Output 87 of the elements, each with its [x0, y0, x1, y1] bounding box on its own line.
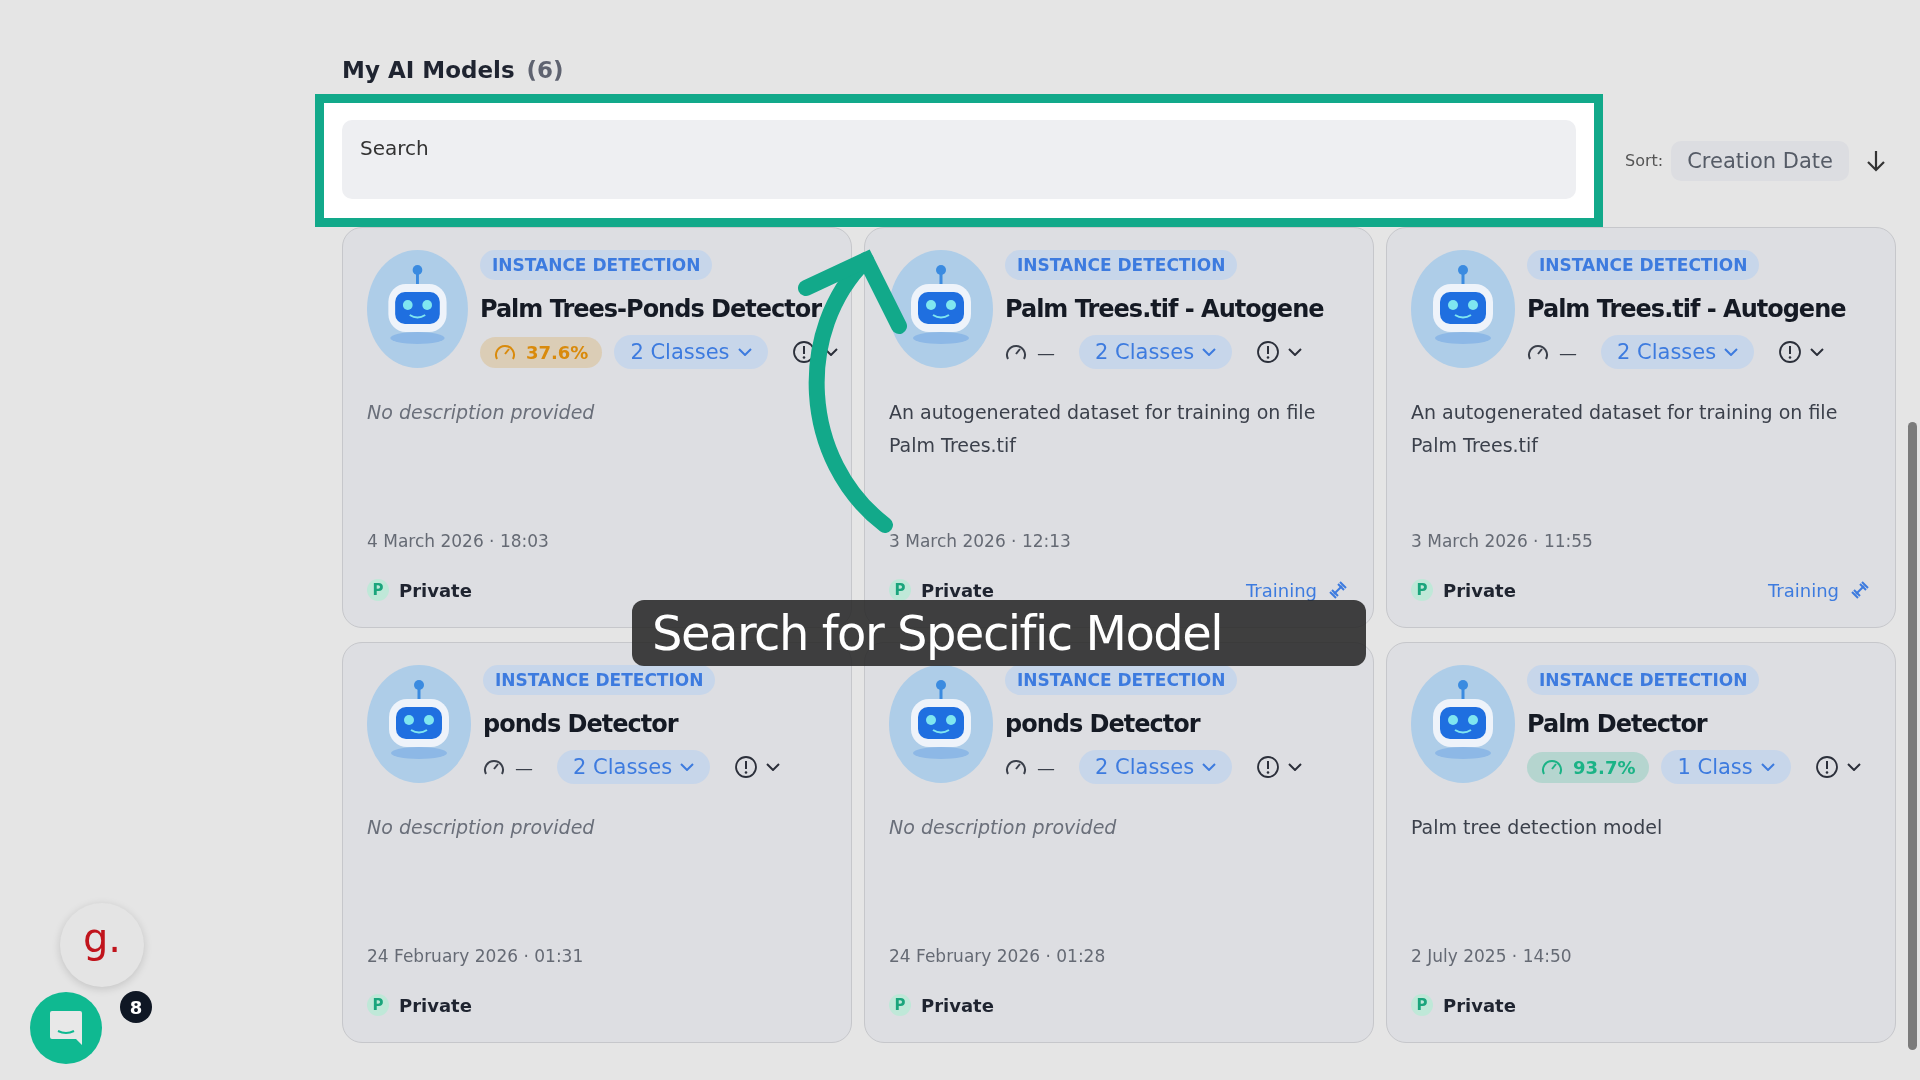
classes-dropdown[interactable]: 2 Classes [614, 335, 768, 369]
created-date: 2 July 2025 · 14:50 [1411, 946, 1573, 966]
visibility-badge: P [1411, 994, 1433, 1016]
training-link[interactable]: Training [1245, 579, 1317, 601]
gauge-icon [493, 343, 516, 361]
arrow-down-icon [1865, 148, 1886, 173]
info-icon [1814, 755, 1839, 779]
created-date: 24 February 2026 · 01:31 [367, 946, 585, 966]
sort-label: Sort: [1625, 151, 1664, 170]
model-card[interactable]: INSTANCE DETECTION Palm Trees.tif - Autogene — 2 Classes An autogenerated dataset for training on file Palm Trees.tif 3 March 2026 · 11:55 P Private Training [1386, 227, 1896, 628]
chevron-down-icon [1202, 763, 1217, 771]
model-name: ponds Detector [1005, 710, 1200, 738]
model-name: Palm Detector [1527, 710, 1707, 738]
chevron-down-icon [1810, 348, 1825, 356]
model-description: No description provided [367, 815, 596, 840]
model-type-tag: INSTANCE DETECTION [1005, 250, 1238, 280]
accuracy-value: — [1559, 341, 1577, 363]
accuracy-value: — [1037, 341, 1055, 363]
model-card[interactable]: INSTANCE DETECTION Palm Detector 93.7% 1 Class Palm tree detection model 2 July 2025 · 14:50 P Private [1386, 642, 1896, 1043]
visibility-badge: P [889, 994, 911, 1016]
training-link[interactable]: Training [1767, 579, 1839, 601]
visibility-badge: P [367, 579, 389, 601]
info-icon [734, 755, 759, 779]
search-field[interactable]: Search [342, 120, 1576, 199]
chevron-down-icon [1724, 348, 1739, 356]
model-description: An autogenerated dataset for training on file Palm Trees.tif [1411, 400, 1839, 458]
gauge-icon [1541, 758, 1563, 776]
created-date: 3 March 2026 · 11:55 [1411, 531, 1594, 551]
info-icon [1256, 755, 1281, 779]
model-count: (6) [526, 57, 564, 83]
created-date: 4 March 2026 · 18:03 [367, 531, 550, 551]
app-logo-button[interactable]: g. [60, 903, 144, 987]
model-type-tag: INSTANCE DETECTION [1527, 250, 1760, 280]
chevron-down-icon [737, 348, 752, 356]
visibility-badge: P [367, 994, 389, 1016]
classes-dropdown[interactable]: 2 Classes [1079, 335, 1233, 369]
visibility-label: Private [1443, 994, 1516, 1016]
model-type-tag: INSTANCE DETECTION [1527, 665, 1760, 695]
accuracy-badge: 37.6% [479, 336, 603, 368]
page-title: My AI Models [342, 57, 515, 83]
model-description: Palm tree detection model [1411, 815, 1664, 840]
sort-dropdown[interactable]: Creation Date [1671, 140, 1849, 181]
chevron-down-icon [680, 763, 695, 771]
gauge-icon [1005, 343, 1027, 361]
classes-dropdown[interactable]: 1 Class [1661, 750, 1791, 784]
chevron-down-icon [1202, 348, 1217, 356]
chevron-down-icon [1288, 348, 1303, 356]
gauge-icon [483, 758, 505, 776]
model-name: Palm Trees-Ponds Detector [479, 295, 821, 323]
visibility-label: Private [1443, 579, 1516, 601]
model-type-tag: INSTANCE DETECTION [1005, 665, 1238, 695]
model-name: Palm Trees.tif - Autogene [1527, 295, 1846, 323]
visibility-label: Private [921, 994, 994, 1016]
chevron-down-icon [1760, 763, 1775, 771]
chevron-down-icon [1846, 763, 1861, 771]
model-type-tag: INSTANCE DETECTION [483, 665, 716, 695]
classes-dropdown[interactable]: 2 Classes [1079, 750, 1233, 784]
model-name: Palm Trees.tif - Autogene [1005, 295, 1324, 323]
visibility-badge: P [1411, 579, 1433, 601]
visibility-label: Private [399, 994, 472, 1016]
model-description: An autogenerated dataset for training on file Palm Trees.tif [889, 400, 1317, 458]
visibility-badge: P [889, 579, 911, 601]
model-name: ponds Detector [483, 710, 678, 738]
accuracy-value: — [515, 756, 533, 778]
info-icon [1256, 340, 1281, 364]
chevron-down-icon [766, 763, 781, 771]
visibility-label: Private [921, 579, 994, 601]
dumbbell-icon [1327, 579, 1349, 601]
notification-badge: 8 [120, 991, 152, 1023]
created-date: 3 March 2026 · 12:13 [889, 531, 1072, 551]
classes-dropdown[interactable]: 2 Classes [1601, 335, 1755, 369]
model-description: No description provided [367, 400, 596, 425]
model-description: No description provided [889, 815, 1118, 840]
visibility-label: Private [399, 579, 472, 601]
model-type-tag: INSTANCE DETECTION [479, 250, 713, 280]
dumbbell-icon [1849, 579, 1871, 601]
classes-dropdown[interactable]: 2 Classes [557, 750, 711, 784]
gauge-icon [1005, 758, 1027, 776]
search-tooltip: Search for Specific Model [632, 600, 1366, 666]
info-icon [1778, 340, 1803, 364]
scrollbar-thumb[interactable] [1908, 422, 1917, 1050]
accuracy-value: — [1037, 756, 1055, 778]
accuracy-badge: 93.7% [1527, 751, 1650, 783]
chevron-down-icon [1288, 763, 1303, 771]
gauge-icon [1527, 343, 1549, 361]
created-date: 24 February 2026 · 01:28 [889, 946, 1107, 966]
chat-icon [48, 1009, 84, 1047]
